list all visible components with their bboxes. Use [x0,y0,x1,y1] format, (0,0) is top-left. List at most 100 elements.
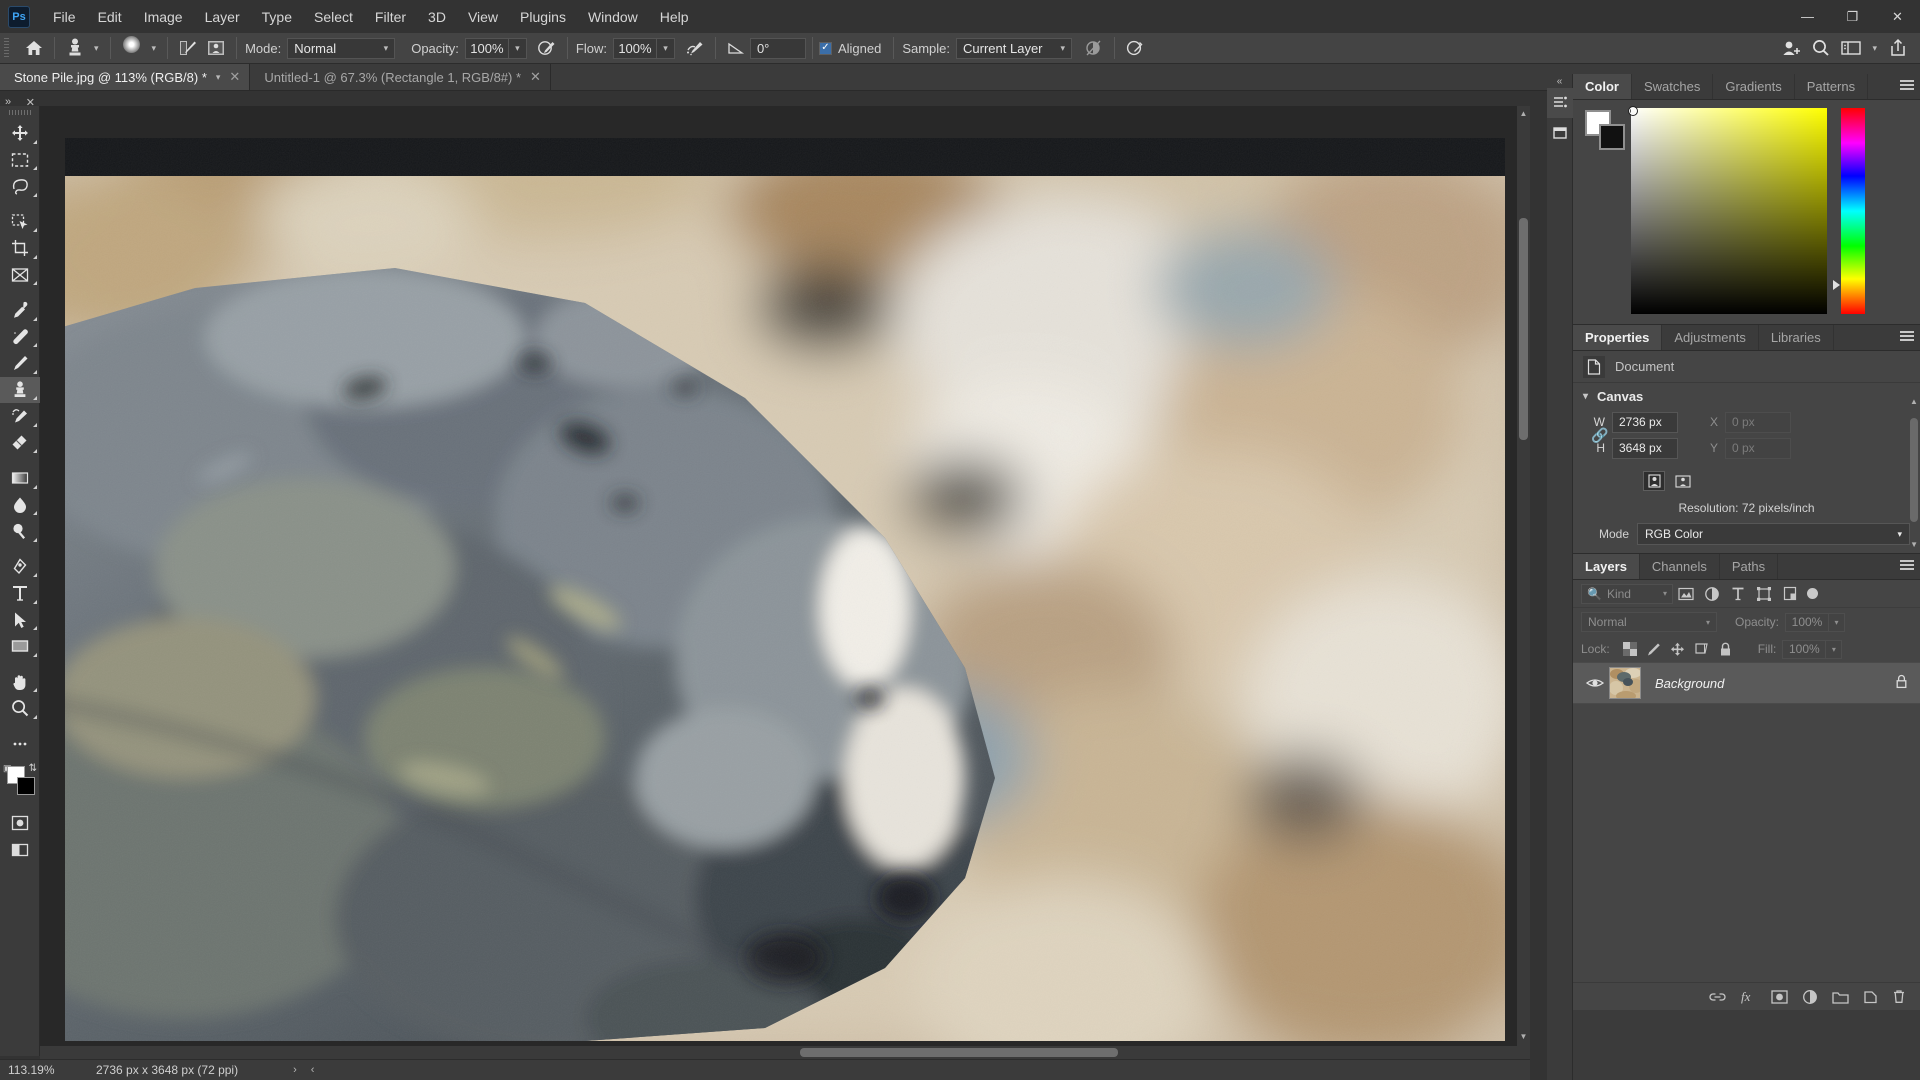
layer-style-icon[interactable]: fx [1740,989,1757,1004]
clone-stamp-icon[interactable] [61,35,89,61]
brush-settings-icon[interactable] [174,35,202,61]
path-selection-tool[interactable] [0,607,40,634]
gradient-tool[interactable] [0,465,40,492]
layer-filter-kind-select[interactable]: 🔍 Kind ▾ [1581,584,1673,604]
menu-item-view[interactable]: View [457,4,509,30]
filter-adjustment-icon[interactable] [1699,583,1725,605]
scroll-up-icon[interactable]: ▲ [1519,108,1528,120]
clone-stamp-tool[interactable] [0,377,40,404]
workspace-icon[interactable] [1837,35,1865,61]
close-icon[interactable]: ✕ [530,69,541,85]
tab-paths[interactable]: Paths [1720,554,1778,579]
blur-tool[interactable] [0,492,40,519]
panel-menu-icon[interactable] [1900,80,1914,92]
filter-shape-icon[interactable] [1751,583,1777,605]
ignore-adjustment-layers-icon[interactable] [1080,35,1108,61]
document-tab-untitled-1[interactable]: Untitled-1 @ 67.3% (Rectangle 1, RGB/8#)… [250,64,551,90]
tab-channels[interactable]: Channels [1640,554,1720,579]
link-layers-icon[interactable] [1709,990,1726,1004]
history-panel-icon[interactable] [1547,88,1573,118]
panel-menu-icon[interactable] [1900,331,1914,343]
menu-item-select[interactable]: Select [303,4,364,30]
workspace-chevron-icon[interactable]: ▾ [1867,43,1882,54]
eraser-tool[interactable] [0,430,40,457]
x-input[interactable]: 0 px [1725,412,1791,433]
filter-smart-object-icon[interactable] [1777,583,1803,605]
object-selection-tool[interactable] [0,209,40,236]
layer-opacity-stepper[interactable]: ▾ [1829,613,1845,632]
double-chevron-icon[interactable]: » [5,96,11,108]
tab-properties[interactable]: Properties [1573,325,1662,350]
new-group-icon[interactable] [1832,990,1849,1004]
minimize-button[interactable]: — [1785,0,1830,33]
layer-name[interactable]: Background [1655,676,1895,691]
brush-picker-chevron-icon[interactable]: ▾ [147,43,162,54]
color-mode-select[interactable]: RGB Color ▾ [1637,523,1910,545]
quick-mask-icon[interactable] [0,810,40,837]
options-bar-grip[interactable] [4,38,9,58]
properties-scrollbar[interactable]: ▲ [1910,397,1918,527]
lock-transparency-icon[interactable] [1618,639,1642,659]
filter-pixel-icon[interactable] [1673,583,1699,605]
flow-input[interactable]: 100% [613,38,657,59]
menu-item-help[interactable]: Help [649,4,700,30]
scroll-down-icon[interactable]: ▼ [1910,540,1918,549]
tab-color[interactable]: Color [1573,74,1632,99]
hand-tool[interactable] [0,669,40,696]
close-icon[interactable]: ✕ [229,69,240,85]
expand-panels-icon[interactable]: « [1547,74,1572,88]
properties-scroll-thumb[interactable] [1910,418,1918,522]
menu-item-edit[interactable]: Edit [87,4,133,30]
crop-tool[interactable] [0,235,40,262]
airbrush-icon[interactable] [681,35,709,61]
menu-item-file[interactable]: File [42,4,87,30]
menu-item-image[interactable]: Image [133,4,194,30]
screen-mode-icon[interactable] [0,837,40,864]
status-next-icon[interactable]: › [286,1064,304,1076]
canvas-area[interactable]: ▲ ▼ [40,106,1530,1059]
opacity-input[interactable]: 100% [465,38,509,59]
delete-layer-icon[interactable] [1892,989,1906,1004]
document-tab-stone-pile[interactable]: Stone Pile.jpg @ 113% (RGB/8) * ▾ ✕ [0,64,250,90]
layer-opacity-input[interactable]: 100% [1785,613,1829,632]
canvas-section-header[interactable]: ▾ Canvas [1573,383,1920,409]
brush-tool[interactable] [0,350,40,377]
opacity-stepper[interactable]: ▾ [509,38,527,59]
layer-row-background[interactable]: Background [1573,662,1920,704]
spot-healing-brush-tool[interactable] [0,324,40,351]
rectangular-marquee-tool[interactable] [0,147,40,174]
zoom-tool[interactable] [0,695,40,722]
pen-tool[interactable] [0,554,40,581]
share-icon[interactable] [1777,35,1805,61]
lasso-tool[interactable] [0,173,40,200]
layer-blend-mode-select[interactable]: Normal ▾ [1581,612,1717,632]
tab-overflow-chevron-icon[interactable]: ▾ [216,72,221,83]
menu-item-window[interactable]: Window [577,4,649,30]
zoom-level[interactable]: 113.19% [0,1063,90,1077]
move-tool[interactable] [0,120,40,147]
swap-colors-icon[interactable]: ⇅ [29,763,37,774]
layer-mask-icon[interactable] [1771,990,1788,1004]
menu-item-plugins[interactable]: Plugins [509,4,577,30]
horizontal-scroll-thumb[interactable] [800,1048,1118,1057]
menu-item-type[interactable]: Type [251,4,303,30]
portrait-orientation-icon[interactable] [1643,471,1665,491]
tab-patterns[interactable]: Patterns [1795,74,1868,99]
background-color-swatch[interactable] [1599,124,1625,150]
menu-item-3d[interactable]: 3D [417,4,457,30]
layer-thumbnail[interactable] [1609,667,1641,699]
lock-position-icon[interactable] [1666,639,1690,659]
y-input[interactable]: 0 px [1725,438,1791,459]
dodge-tool[interactable] [0,518,40,545]
close-button[interactable]: ✕ [1875,0,1920,33]
lock-artboard-icon[interactable] [1690,639,1714,659]
lock-all-icon[interactable] [1714,639,1738,659]
tab-swatches[interactable]: Swatches [1632,74,1713,99]
status-prev-icon[interactable]: ‹ [304,1064,322,1076]
brush-preview[interactable] [117,35,147,61]
search-icon[interactable] [1807,35,1835,61]
lock-icon[interactable] [1895,674,1908,692]
edit-toolbar-tool[interactable] [0,731,40,758]
height-input[interactable]: 3648 px [1612,438,1678,459]
libraries-panel-icon[interactable] [1547,118,1573,148]
